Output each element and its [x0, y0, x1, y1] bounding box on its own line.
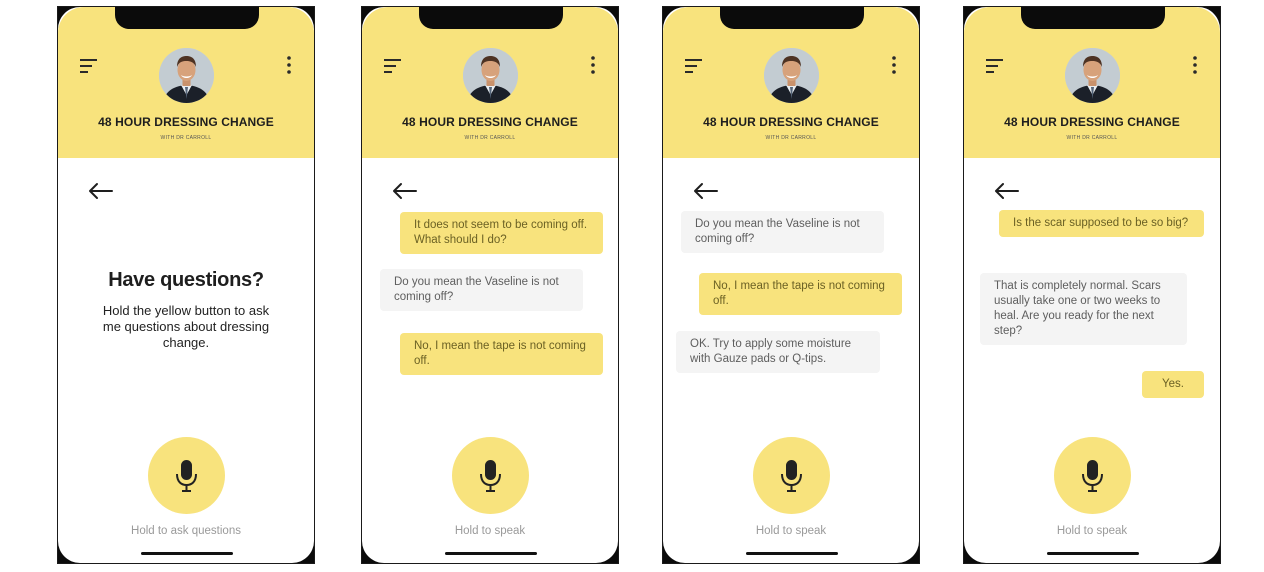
corner — [1198, 7, 1220, 29]
microphone-icon — [781, 460, 802, 492]
chat-bubble-bot: Do you mean the Vaseline is not coming o… — [681, 211, 884, 253]
microphone-icon — [1082, 460, 1103, 492]
corner — [362, 541, 384, 563]
home-indicator — [1047, 552, 1139, 555]
hamburger-menu-icon[interactable] — [79, 58, 99, 74]
phone-screen-1: 48 HOUR DRESSING CHANGE WITH DR CARROLL … — [57, 6, 315, 564]
page-title: 48 HOUR DRESSING CHANGE — [703, 115, 879, 129]
page-subtitle: WITH DR CARROLL — [160, 135, 212, 141]
phone-screen-2: 48 HOUR DRESSING CHANGE WITH DR CARROLL … — [361, 6, 619, 564]
corner — [58, 7, 80, 29]
corner — [292, 7, 314, 29]
mic-hint: Hold to ask questions — [131, 525, 241, 537]
corner — [596, 541, 618, 563]
page-title: 48 HOUR DRESSING CHANGE — [1004, 115, 1180, 129]
vertical-ellipsis-icon[interactable] — [284, 55, 294, 75]
vertical-ellipsis-icon[interactable] — [1190, 55, 1200, 75]
page-title: 48 HOUR DRESSING CHANGE — [402, 115, 578, 129]
hamburger-menu-icon[interactable] — [383, 58, 403, 74]
mic-hint: Hold to speak — [1056, 525, 1128, 537]
corner — [58, 541, 80, 563]
corner — [292, 541, 314, 563]
left-arrow-icon[interactable] — [992, 181, 1020, 201]
left-arrow-icon[interactable] — [390, 181, 418, 201]
page-title: 48 HOUR DRESSING CHANGE — [98, 115, 274, 129]
doctor-avatar — [1065, 48, 1120, 103]
chat-bubble-user: No, I mean the tape is not coming off. — [699, 273, 902, 315]
app-header: 48 HOUR DRESSING CHANGE WITH DR CARROLL — [362, 7, 618, 158]
doctor-avatar — [764, 48, 819, 103]
corner — [897, 541, 919, 563]
device-notch — [720, 7, 864, 29]
chat-bubble-user: Yes. — [1142, 371, 1204, 398]
app-screen: 48 HOUR DRESSING CHANGE WITH DR CARROLL … — [964, 7, 1220, 563]
mic-button[interactable] — [753, 437, 830, 514]
chat-bubble-bot: That is completely normal. Scars usually… — [980, 273, 1187, 345]
mic-button[interactable] — [452, 437, 529, 514]
microphone-icon — [480, 460, 501, 492]
corner — [1198, 541, 1220, 563]
phone-screen-4: 48 HOUR DRESSING CHANGE WITH DR CARROLL … — [963, 6, 1221, 564]
chat-bubble-bot: OK. Try to apply some moisture with Gauz… — [676, 331, 880, 373]
questions-heading: Have questions? — [108, 269, 264, 291]
chat-bubble-user: No, I mean the tape is not coming off. — [400, 333, 603, 375]
mic-hint: Hold to speak — [454, 525, 526, 537]
app-screen: 48 HOUR DRESSING CHANGE WITH DR CARROLL … — [362, 7, 618, 563]
left-arrow-icon[interactable] — [691, 181, 719, 201]
microphone-icon — [176, 460, 197, 492]
left-arrow-icon[interactable] — [86, 181, 114, 201]
device-notch — [1021, 7, 1165, 29]
corner — [964, 541, 986, 563]
app-screen: 48 HOUR DRESSING CHANGE WITH DR CARROLL … — [663, 7, 919, 563]
questions-instructions: Hold the yellow button to ask me questio… — [102, 303, 270, 350]
mic-button[interactable] — [1054, 437, 1131, 514]
app-header: 48 HOUR DRESSING CHANGE WITH DR CARROLL — [663, 7, 919, 158]
home-indicator — [445, 552, 537, 555]
phone-screen-3: 48 HOUR DRESSING CHANGE WITH DR CARROLL … — [662, 6, 920, 564]
hamburger-menu-icon[interactable] — [684, 58, 704, 74]
doctor-avatar — [159, 48, 214, 103]
home-indicator — [746, 552, 838, 555]
app-header: 48 HOUR DRESSING CHANGE WITH DR CARROLL — [58, 7, 314, 158]
chat-bubble-user: It does not seem to be coming off. What … — [400, 212, 603, 254]
page-subtitle: WITH DR CARROLL — [765, 135, 817, 141]
corner — [964, 7, 986, 29]
hamburger-menu-icon[interactable] — [985, 58, 1005, 74]
corner — [663, 7, 685, 29]
doctor-avatar — [463, 48, 518, 103]
corner — [596, 7, 618, 29]
device-notch — [419, 7, 563, 29]
app-screen: 48 HOUR DRESSING CHANGE WITH DR CARROLL … — [58, 7, 314, 563]
mic-hint: Hold to speak — [755, 525, 827, 537]
app-header: 48 HOUR DRESSING CHANGE WITH DR CARROLL — [964, 7, 1220, 158]
corner — [362, 7, 384, 29]
home-indicator — [141, 552, 233, 555]
chat-bubble-bot: Do you mean the Vaseline is not coming o… — [380, 269, 583, 311]
page-subtitle: WITH DR CARROLL — [1066, 135, 1118, 141]
corner — [663, 541, 685, 563]
device-notch — [115, 7, 259, 29]
page-subtitle: WITH DR CARROLL — [464, 135, 516, 141]
vertical-ellipsis-icon[interactable] — [889, 55, 899, 75]
vertical-ellipsis-icon[interactable] — [588, 55, 598, 75]
mic-button[interactable] — [148, 437, 225, 514]
corner — [897, 7, 919, 29]
chat-bubble-user: Is the scar supposed to be so big? — [999, 210, 1204, 237]
